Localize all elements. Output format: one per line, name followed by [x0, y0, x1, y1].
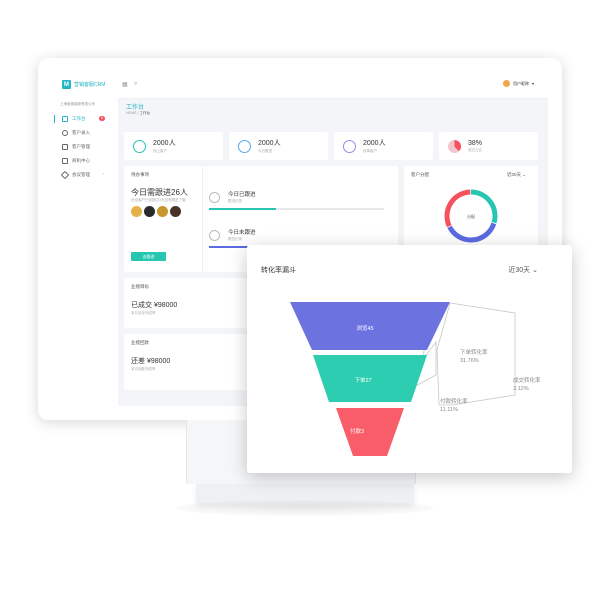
donut-segment[interactable] — [447, 222, 497, 243]
breadcrumb: HOME / 工作台 — [126, 111, 150, 116]
donut-segment[interactable] — [444, 189, 471, 228]
distribution-donut: 分配 — [444, 189, 498, 243]
sales-collect-value: 还差 ¥98000 — [131, 358, 171, 365]
sidebar-nav: 工作台 6 客户录入 客户管理 商机中心 会议管理 › — [52, 112, 118, 182]
stage-label-view: 浏览45 — [356, 324, 373, 332]
divider — [202, 166, 203, 272]
avatar[interactable] — [144, 206, 155, 217]
stand-shadow — [176, 500, 434, 516]
stat-value: 38% — [468, 139, 483, 147]
notification-badge: 6 — [99, 116, 105, 121]
avatar — [502, 80, 510, 87]
stat-label: 线上客户 — [153, 149, 167, 153]
avatar[interactable] — [131, 206, 142, 217]
stat-value: 2000人 — [258, 140, 281, 147]
funnel-chart: 浏览45 下单27 付款3 下单转化率 31.76% 付款转化率 11.11% … — [290, 302, 541, 456]
avatar-list — [131, 206, 181, 217]
topbar: ▦ ⌕ 用户昵称 ▾ — [118, 72, 548, 99]
sales-target-sub: 本月目标完成率 — [131, 311, 156, 315]
unfollowed-sub: 跟进记录 — [228, 237, 242, 241]
rate-value-deal: 3.12% — [513, 386, 529, 392]
donut-center-label: 分配 — [467, 213, 475, 219]
user-name: 用户昵称 — [512, 80, 529, 86]
chevron-down-icon: ▾ — [531, 81, 534, 86]
breadcrumb-current: 工作台 — [139, 111, 150, 115]
period-label: 近30天 — [506, 172, 521, 177]
deal-icon — [343, 139, 356, 153]
todo-title: 待办事项 — [131, 172, 149, 177]
followed-label: 今日已跟进 — [228, 192, 256, 198]
sidebar: M 营销客服CRM 上海营销客服有限公司 工作台 6 客户录入 客户管理 商机中… — [52, 72, 118, 406]
funnel-stage-pay[interactable] — [336, 408, 404, 456]
sidebar-item-opportunity[interactable]: 商机中心 — [52, 154, 118, 168]
sales-target-title: 业绩目标 — [131, 284, 149, 289]
stage-label-pay: 付款3 — [350, 427, 364, 435]
followed-row[interactable]: 今日已跟进 跟进记录 — [209, 190, 384, 212]
app-name: 营销客服CRM — [74, 82, 106, 88]
user-icon — [62, 130, 68, 136]
followed-progress-fill — [209, 208, 276, 210]
sidebar-item-customer-entry[interactable]: 客户录入 — [52, 126, 118, 140]
search-icon[interactable]: ⌕ — [134, 81, 137, 88]
frown-icon — [209, 230, 220, 241]
briefcase-icon — [62, 158, 68, 164]
rate-value-order: 31.76% — [460, 358, 479, 364]
stat-label: 今日跟进 — [258, 149, 272, 153]
user-menu[interactable]: 用户昵称 ▾ — [502, 80, 534, 87]
sidebar-item-customer-manage[interactable]: 客户管理 — [52, 140, 118, 154]
grid-icon[interactable]: ▦ — [122, 81, 128, 88]
stat-card-deals[interactable]: 2000人 成单客户 — [334, 132, 433, 160]
sidebar-item-label: 会议管理 — [72, 172, 90, 177]
rate-label-deal: 成交转化率 — [513, 376, 541, 384]
sidebar-item-label: 客户管理 — [72, 144, 90, 149]
page-title: 工作台 — [126, 105, 145, 111]
follow-up-button[interactable]: 去跟进 — [131, 252, 166, 261]
sales-target-value: 已成交 ¥98000 — [131, 302, 178, 309]
followed-progress-track — [209, 208, 384, 210]
sidebar-item-label: 工作台 — [72, 116, 86, 121]
stat-card-ratio[interactable]: 38% 成交占比 — [439, 132, 538, 160]
unfollowed-label: 今日未跟进 — [228, 230, 256, 236]
monitor-icon — [62, 116, 68, 122]
rate-label-order: 下单转化率 — [460, 348, 488, 356]
rate-label-pay: 付款转化率 — [440, 397, 468, 405]
company-name: 上海营销客服有限公司 — [60, 102, 95, 106]
logo-mark: M — [62, 80, 71, 89]
chevron-down-icon: ⌄ — [522, 172, 526, 177]
customer-icon — [133, 139, 146, 153]
app-logo[interactable]: M 营销客服CRM — [62, 80, 105, 89]
settings-icon — [60, 170, 70, 180]
sales-collect-title: 业绩回款 — [131, 340, 149, 345]
stat-card-followup[interactable]: 2000人 今日跟进 — [229, 132, 328, 160]
breadcrumb-home[interactable]: HOME — [126, 111, 137, 115]
user-icon — [238, 139, 251, 153]
sidebar-item-meeting[interactable]: 会议管理 › — [52, 168, 118, 182]
sidebar-item-label: 商机中心 — [72, 158, 90, 163]
smile-icon — [209, 192, 220, 203]
funnel-card: 转化率漏斗 近30天 ⌄ 浏览45 下单27 付款3 下单转化率 31.76% … — [247, 245, 572, 473]
stat-label: 成单客户 — [363, 149, 377, 153]
sidebar-item-workbench[interactable]: 工作台 6 — [52, 112, 118, 126]
users-icon — [62, 144, 68, 150]
stat-value: 2000人 — [363, 140, 386, 147]
pie-icon — [448, 139, 461, 153]
sales-collect-sub: 本月回款完成率 — [131, 367, 156, 371]
period-select[interactable]: 近30天 ⌄ — [507, 172, 526, 178]
todo-note: 还没客户已经超过3天没有跟进了哦 — [131, 198, 186, 202]
distribution-title: 客户分配 — [411, 172, 429, 177]
followed-sub: 跟进记录 — [228, 199, 242, 203]
stat-card-online[interactable]: 2000人 线上客户 — [124, 132, 223, 160]
stat-label: 成交占比 — [468, 147, 482, 152]
avatar[interactable] — [157, 206, 168, 217]
chevron-right-icon: › — [102, 171, 104, 176]
stage-label-order: 下单27 — [354, 376, 371, 384]
avatar[interactable] — [170, 206, 181, 217]
rate-value-pay: 11.11% — [440, 407, 458, 413]
stat-value: 2000人 — [153, 140, 176, 147]
sidebar-item-label: 客户录入 — [72, 130, 90, 135]
today-follow-count: 今日需跟进26人 — [131, 188, 188, 197]
